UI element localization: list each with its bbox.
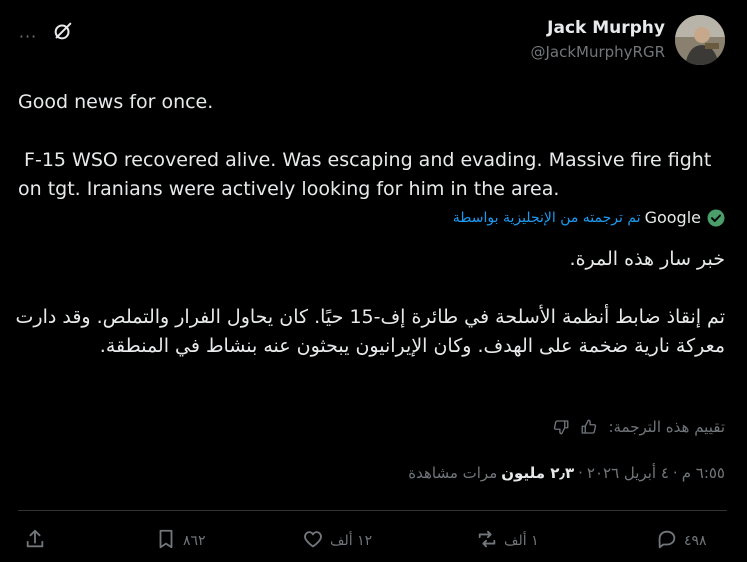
rate-translation: تقييم هذه الترجمة: [552, 418, 725, 436]
tweet-date[interactable]: ٤ أبريل ٢٠٢٦ [587, 464, 669, 482]
tweet-time[interactable]: ٦:٥٥ م [682, 464, 725, 482]
thumbs-up-icon[interactable] [580, 418, 598, 436]
author-name[interactable]: Jack Murphy [530, 17, 665, 39]
heart-icon [302, 528, 324, 554]
tweet-text: Good news for once. F-15 WSO recovered a… [18, 88, 718, 204]
divider [18, 510, 727, 511]
share-icon [24, 528, 46, 554]
reply-icon [656, 528, 678, 554]
thumbs-down-icon[interactable] [552, 418, 570, 436]
reply-button[interactable]: ٤٩٨ [656, 528, 707, 554]
repost-count: ١ ألف [504, 533, 539, 549]
meta-separator: · [672, 464, 678, 482]
translated-line-2: تم إنقاذ ضابط أنظمة الأسلحة في طائرة إف-… [9, 306, 725, 357]
tweet-line-2: F-15 WSO recovered alive. Was escaping a… [18, 149, 718, 200]
views-count[interactable]: ٢٫٣ مليون [501, 464, 574, 482]
translated-line-1: خبر سار هذه المرة. [569, 248, 725, 270]
bookmark-icon [155, 528, 177, 554]
grok-icon[interactable] [50, 18, 76, 44]
tweet-header: ··· Jack Murphy @JackMurphyRGR [0, 14, 747, 70]
action-bar: ٨٦٢ ١٢ ألف ١ ألف ٤٩٨ [0, 528, 747, 556]
repost-icon [476, 528, 498, 554]
google-label: Google [644, 208, 701, 227]
avatar[interactable] [675, 15, 725, 65]
translated-by: Google تم ترجمته من الإنجليزية بواسطة [453, 208, 725, 227]
translation-source-link[interactable]: تم ترجمته من الإنجليزية بواسطة [453, 210, 641, 226]
bookmark-count: ٨٦٢ [183, 533, 206, 549]
rate-translation-label: تقييم هذه الترجمة: [608, 418, 725, 436]
like-count: ١٢ ألف [330, 533, 373, 549]
views-label: مرات مشاهدة [408, 464, 498, 482]
tweet-meta: ٦:٥٥ م · ٤ أبريل ٢٠٢٦ · ٢٫٣ مليون مرات م… [404, 464, 725, 482]
bookmark-button[interactable]: ٨٦٢ [155, 528, 206, 554]
author-handle[interactable]: @JackMurphyRGR [530, 41, 665, 63]
more-options-button[interactable]: ··· [14, 26, 42, 46]
author-block[interactable]: Jack Murphy @JackMurphyRGR [530, 17, 665, 63]
share-button[interactable] [24, 528, 46, 554]
verified-check-icon [707, 209, 725, 227]
repost-button[interactable]: ١ ألف [476, 528, 539, 554]
tweet-line-1: Good news for once. [18, 91, 214, 113]
meta-separator-2: · [578, 464, 583, 482]
reply-count: ٤٩٨ [684, 533, 707, 549]
like-button[interactable]: ١٢ ألف [302, 528, 372, 554]
translated-text: خبر سار هذه المرة. تم إنقاذ ضابط أنظمة ا… [15, 245, 725, 361]
